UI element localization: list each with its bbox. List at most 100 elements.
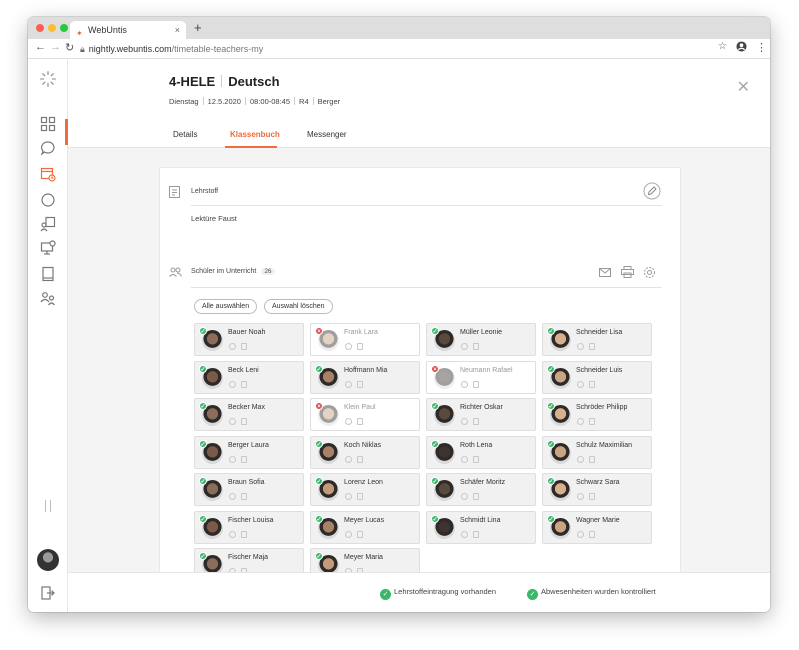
tab-messenger[interactable]: Messenger xyxy=(307,130,347,139)
student-card[interactable]: ✓ Schneider Lisa xyxy=(542,323,652,356)
note-icon[interactable] xyxy=(357,380,363,388)
absent-status-icon[interactable]: × xyxy=(315,402,323,410)
absent-status-icon[interactable]: × xyxy=(315,327,323,335)
note-icon[interactable] xyxy=(589,530,595,538)
note-icon[interactable] xyxy=(589,343,595,350)
note-icon[interactable] xyxy=(589,455,595,463)
select-all-button[interactable]: Alle auswählen xyxy=(194,299,258,314)
book-icon[interactable] xyxy=(40,266,56,282)
lessons-icon[interactable] xyxy=(40,216,56,232)
note-icon[interactable] xyxy=(241,418,247,425)
note-icon[interactable] xyxy=(241,493,247,500)
student-card[interactable]: ✓ Schulz Maximilian xyxy=(542,435,652,469)
student-card[interactable]: ✓ Wagner Marie xyxy=(542,510,652,544)
student-card[interactable]: ✓ Schäfer Moritz xyxy=(426,473,536,506)
gear-icon[interactable] xyxy=(643,266,656,279)
messages-icon[interactable] xyxy=(40,140,56,156)
note-icon[interactable] xyxy=(357,530,363,538)
present-status-icon[interactable]: ✓ xyxy=(547,364,555,373)
note-icon[interactable] xyxy=(473,493,479,500)
note-icon[interactable] xyxy=(357,418,363,425)
note-icon[interactable] xyxy=(241,380,247,388)
late-clock-icon[interactable] xyxy=(577,455,584,463)
logout-icon[interactable] xyxy=(40,585,56,601)
note-icon[interactable] xyxy=(357,343,363,350)
late-clock-icon[interactable] xyxy=(229,418,236,425)
late-clock-icon[interactable] xyxy=(461,493,468,500)
present-status-icon[interactable]: ✓ xyxy=(199,514,207,523)
tab-details[interactable]: Details xyxy=(173,130,197,139)
late-clock-icon[interactable] xyxy=(461,343,468,350)
student-card[interactable]: ✓ Koch Niklas xyxy=(310,435,420,469)
late-clock-icon[interactable] xyxy=(345,493,352,500)
late-clock-icon[interactable] xyxy=(229,343,236,350)
student-card[interactable]: ✓ Meyer Lucas xyxy=(310,510,420,544)
profile-icon[interactable] xyxy=(736,41,747,55)
student-card[interactable]: ✓ Fischer Louisa xyxy=(194,510,304,544)
circle-menu-icon[interactable] xyxy=(40,192,56,208)
student-card[interactable]: × Klein Paul xyxy=(310,398,420,431)
tab-close-icon[interactable]: × xyxy=(175,21,180,39)
note-icon[interactable] xyxy=(473,418,479,425)
browser-menu-icon[interactable]: ⋮ xyxy=(756,41,767,54)
student-card[interactable]: ✓ Richter Oskar xyxy=(426,398,536,431)
student-card[interactable]: × Neumann Rafael xyxy=(426,360,536,394)
note-icon[interactable] xyxy=(357,493,363,500)
close-window-button[interactable] xyxy=(36,24,44,32)
present-status-icon[interactable]: ✓ xyxy=(431,477,439,485)
note-icon[interactable] xyxy=(473,343,479,350)
late-clock-icon[interactable] xyxy=(461,455,468,463)
webuntis-logo-icon[interactable] xyxy=(39,70,57,88)
present-status-icon[interactable]: ✓ xyxy=(199,327,207,335)
student-card[interactable]: × Frank Lara xyxy=(310,323,420,356)
late-clock-icon[interactable] xyxy=(229,530,236,538)
student-card[interactable]: ✓ Lorenz Leon xyxy=(310,473,420,506)
back-arrow-icon[interactable]: ← xyxy=(35,41,46,53)
collapse-handle-icon[interactable] xyxy=(45,500,51,512)
teaching-screen-icon[interactable] xyxy=(40,240,56,256)
close-icon[interactable]: ✕ xyxy=(737,77,750,97)
present-status-icon[interactable]: ✓ xyxy=(199,552,207,560)
maximize-window-button[interactable] xyxy=(60,24,68,32)
late-clock-icon[interactable] xyxy=(461,530,468,538)
present-status-icon[interactable]: ✓ xyxy=(199,364,207,373)
note-icon[interactable] xyxy=(241,343,247,350)
new-tab-button[interactable]: + xyxy=(194,20,202,35)
student-card[interactable]: ✓ Müller Leonie xyxy=(426,323,536,356)
note-icon[interactable] xyxy=(589,493,595,500)
present-status-icon[interactable]: ✓ xyxy=(199,439,207,448)
user-avatar[interactable] xyxy=(37,549,59,571)
late-clock-icon[interactable] xyxy=(577,493,584,500)
present-status-icon[interactable]: ✓ xyxy=(431,439,439,448)
student-card[interactable]: ✓ Hoffmann Mia xyxy=(310,360,420,394)
present-status-icon[interactable]: ✓ xyxy=(431,514,439,523)
present-status-icon[interactable]: ✓ xyxy=(315,364,323,373)
present-status-icon[interactable]: ✓ xyxy=(315,477,323,485)
note-icon[interactable] xyxy=(357,455,363,463)
present-status-icon[interactable]: ✓ xyxy=(547,439,555,448)
late-clock-icon[interactable] xyxy=(461,380,468,388)
student-card[interactable]: ✓ Becker Max xyxy=(194,398,304,431)
reload-icon[interactable]: ↻ xyxy=(65,41,74,54)
note-icon[interactable] xyxy=(473,455,479,463)
tab-klassenbuch[interactable]: Klassenbuch xyxy=(230,130,280,139)
student-card[interactable]: ✓ Schwarz Sara xyxy=(542,473,652,506)
print-icon[interactable] xyxy=(621,266,634,278)
student-card[interactable]: ✓ Schröder Philipp xyxy=(542,398,652,431)
dashboard-icon[interactable] xyxy=(40,116,56,132)
late-clock-icon[interactable] xyxy=(345,380,352,388)
late-clock-icon[interactable] xyxy=(229,380,236,388)
student-card[interactable]: ✓ Beck Leni xyxy=(194,360,304,394)
url-field[interactable]: 🔒︎ nightly.webuntis.com/timetable-teacher… xyxy=(80,42,263,56)
note-icon[interactable] xyxy=(473,380,479,388)
present-status-icon[interactable]: ✓ xyxy=(315,552,323,560)
present-status-icon[interactable]: ✓ xyxy=(315,514,323,523)
student-card[interactable]: ✓ Schneider Luis xyxy=(542,360,652,394)
present-status-icon[interactable]: ✓ xyxy=(315,439,323,448)
note-icon[interactable] xyxy=(589,380,595,388)
present-status-icon[interactable]: ✓ xyxy=(547,514,555,523)
present-status-icon[interactable]: ✓ xyxy=(199,477,207,485)
student-card[interactable]: ✓ Roth Lena xyxy=(426,435,536,469)
present-status-icon[interactable]: ✓ xyxy=(547,402,555,410)
mail-icon[interactable] xyxy=(599,268,611,277)
